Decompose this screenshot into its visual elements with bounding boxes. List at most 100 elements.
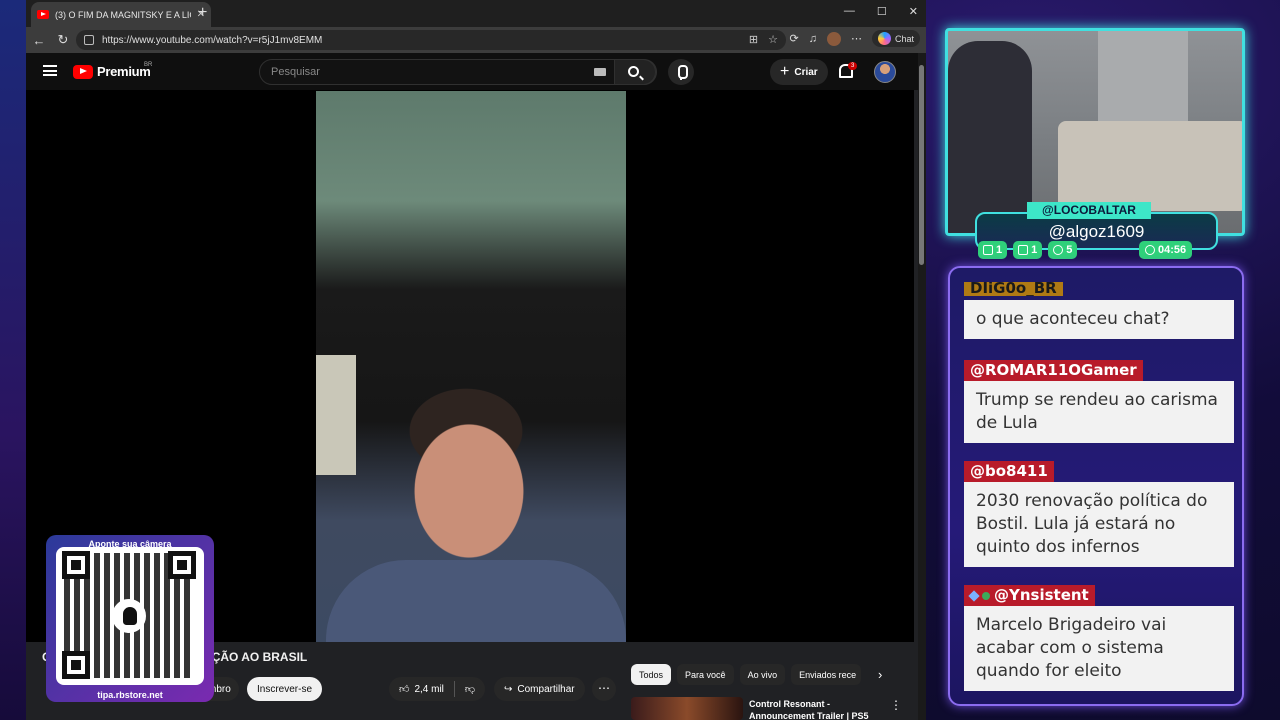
recommended-video-thumbnail[interactable] — [631, 697, 743, 720]
like-button[interactable]: 👍︎ 2,4 mil — [389, 681, 455, 697]
chip-all[interactable]: Todos — [631, 664, 672, 685]
chat-username-badged: @Ynsistent — [964, 585, 1095, 606]
thumbs-up-icon: 👍︎ — [399, 684, 410, 695]
plus-icon: + — [780, 63, 790, 80]
qr-finder-top-right — [168, 551, 196, 579]
copilot-icon — [877, 32, 891, 45]
recommended-video-title[interactable]: Control Resonant - Announcement Trailer … — [749, 698, 869, 720]
dislike-button[interactable]: 👎︎ — [455, 683, 485, 695]
logo-text: Premium — [97, 64, 151, 79]
youtube-logo[interactable]: Premium — [73, 64, 151, 79]
tab-bar: (3) O FIM DA MAGNITSKY E A LIÇ ✕ + — ☐ ✕ — [26, 0, 926, 27]
back-icon[interactable]: ← — [32, 33, 46, 48]
favorite-star-icon[interactable]: ☆ — [768, 33, 778, 46]
viewer-stats: 1 1 5 — [978, 241, 1078, 259]
twitch-icon — [983, 245, 993, 255]
channel-tag: @LOCOBALTAR — [1027, 202, 1151, 219]
streamer-handle: @algoz1609 — [1048, 222, 1145, 241]
search-button[interactable] — [614, 59, 656, 85]
wrench-icon — [968, 590, 980, 602]
youtube-viewers: 1 — [1013, 241, 1043, 259]
address-bar[interactable]: https://www.youtube.com/watch?v=r5jJ1mv8… — [76, 30, 786, 50]
badge-icon — [982, 592, 990, 600]
app-available-icon[interactable]: ⊞ — [749, 33, 758, 46]
copilot-chat-button[interactable]: Chat — [871, 30, 920, 47]
logo-region: BR — [144, 62, 153, 68]
thumbs-down-icon: 👎︎ — [464, 684, 476, 695]
twitch-viewer-count: 1 — [996, 244, 1003, 256]
page-scrollbar[interactable] — [918, 53, 926, 720]
share-icon: ↪ — [504, 683, 513, 695]
create-label: Criar — [794, 66, 818, 78]
tab-title: (3) O FIM DA MAGNITSKY E A LIÇ — [55, 9, 191, 20]
search-placeholder: Pesquisar — [271, 66, 320, 78]
youtube-icon — [1018, 245, 1029, 255]
chat-username: @ROMAR11OGamer — [964, 360, 1143, 381]
menu-icon[interactable] — [43, 65, 57, 76]
like-count: 2,4 mil — [414, 683, 444, 695]
more-actions-button[interactable]: ⋯ — [592, 677, 616, 701]
chat-message: @ROMAR11OGamer Trump se rendeu ao carism… — [964, 360, 1234, 443]
clock-icon — [1145, 245, 1155, 255]
media-icon[interactable]: ♫ — [809, 33, 817, 45]
chat-message: @Ynsistent Marcelo Brigadeiro vai acabar… — [964, 585, 1234, 691]
chat-username: DIiG0o_BR — [964, 282, 1063, 296]
webcam-sofa — [1058, 121, 1242, 211]
chevron-right-icon[interactable]: › — [878, 667, 882, 682]
url-text: https://www.youtube.com/watch?v=r5jJ1mv8… — [102, 34, 323, 46]
close-window-icon[interactable]: ✕ — [909, 5, 918, 18]
subscribe-button[interactable]: Inscrever-se — [247, 677, 323, 701]
qr-finder-bottom-left — [62, 651, 90, 679]
chat-text: o que aconteceu chat? — [964, 300, 1234, 339]
reload-icon[interactable]: ↻ — [56, 32, 70, 48]
site-info-icon[interactable] — [84, 35, 94, 45]
create-button[interactable]: + Criar — [770, 59, 828, 85]
stream-timer: 04:56 — [1139, 241, 1193, 259]
video-person-shirt — [326, 560, 626, 642]
chip-for-you[interactable]: Para você — [677, 664, 734, 685]
recommended-more-icon[interactable]: ⋮ — [890, 698, 902, 712]
qr-center-head-icon — [112, 599, 146, 633]
webcam-background-wall — [1098, 31, 1188, 126]
chat-text: 2030 renovação política do Bostil. Lula … — [964, 482, 1234, 567]
new-tab-icon[interactable]: + — [198, 4, 207, 22]
share-button[interactable]: ↪ Compartilhar — [494, 677, 585, 701]
video-car-window — [316, 355, 356, 475]
chat-text: Marcelo Brigadeiro vai acabar com o sist… — [964, 606, 1234, 691]
window-controls: — ☐ ✕ — [844, 5, 918, 18]
more-options-icon[interactable]: ⋯ — [851, 32, 862, 45]
maximize-icon[interactable]: ☐ — [877, 5, 887, 18]
tab-youtube[interactable]: (3) O FIM DA MAGNITSKY E A LIÇ ✕ — [31, 2, 211, 27]
stream-background-left — [0, 0, 28, 720]
share-label: Compartilhar — [517, 683, 575, 695]
qr-overlay: Aponte sua câmera tipa.rbstore.net — [46, 535, 214, 702]
kick-viewers: 5 — [1048, 241, 1078, 259]
search-icon — [628, 66, 639, 77]
youtube-favicon-icon — [37, 10, 49, 19]
youtube-header: Premium BR Pesquisar + Criar 3 — [26, 53, 918, 90]
notification-badge: 3 — [848, 62, 858, 70]
youtube-logo-icon — [73, 64, 93, 79]
chat-username: @bo8411 — [964, 461, 1054, 482]
user-avatar[interactable] — [874, 61, 896, 83]
like-dislike-group: 👍︎ 2,4 mil 👎︎ — [389, 677, 486, 701]
chat-message: @bo8411 2030 renovação política do Bosti… — [964, 461, 1234, 567]
chip-live[interactable]: Ao vivo — [739, 664, 786, 685]
profile-avatar[interactable] — [826, 31, 841, 46]
qr-code — [56, 547, 204, 685]
platform-icon — [1053, 245, 1064, 255]
keyboard-icon[interactable] — [594, 68, 606, 76]
chat-username: @Ynsistent — [994, 586, 1089, 604]
twitch-viewers: 1 — [978, 241, 1008, 259]
webcam-gaming-chair — [948, 41, 1032, 233]
scrollbar-thumb[interactable] — [919, 65, 924, 265]
extensions-icon[interactable]: ⟳ — [790, 32, 799, 45]
video-title-end: ÇÃO AO BRASIL — [211, 650, 308, 664]
minimize-icon[interactable]: — — [844, 5, 855, 18]
qr-bottom-text: tipa.rbstore.net — [97, 690, 163, 700]
chip-recently-uploaded[interactable]: Enviados rece — [791, 664, 862, 685]
chat-panel: DIiG0o_BR o que aconteceu chat? @ROMAR11… — [948, 266, 1244, 706]
voice-search-icon[interactable] — [668, 59, 694, 85]
address-bar-actions: ⊞ ☆ — [749, 33, 778, 46]
search-input[interactable]: Pesquisar — [259, 59, 657, 85]
